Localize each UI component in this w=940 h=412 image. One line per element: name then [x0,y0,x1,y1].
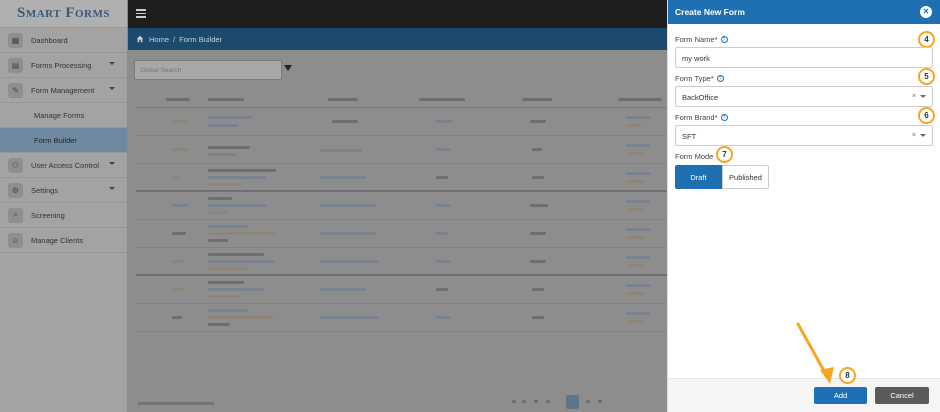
panel-header: Create New Form ✕ [668,0,940,24]
step-badge-6: 6 [918,107,935,124]
panel-title: Create New Form [675,7,745,17]
sidebar-item-label: User Access Control [31,160,99,170]
clear-icon[interactable]: × [912,132,916,139]
table-row[interactable] [136,164,668,192]
form-brand-label: Form Brand*? [675,113,728,122]
filter-icon[interactable] [284,65,292,71]
sidebar-item-form-builder[interactable]: Form Builder [0,128,127,153]
pagination [508,395,608,409]
sidebar-item-user-access-control[interactable]: ⚇ User Access Control [0,153,127,178]
sidebar-item-label: Manage Forms [34,110,85,120]
draft-button[interactable]: Draft [675,165,722,189]
help-icon[interactable]: ? [720,36,728,43]
chevron-down-icon [109,87,115,90]
add-user-icon: ☺ [8,232,23,248]
sidebar-item-label: Form Builder [34,135,77,145]
form-brand-select[interactable]: SFT × [675,125,933,146]
breadcrumb-home[interactable]: Home [149,35,169,44]
chevron-down-icon[interactable] [920,95,926,98]
table-row[interactable] [136,108,668,136]
chevron-down-icon [109,162,115,165]
users-icon: ⚇ [8,157,23,173]
form-mode-toggle: Draft Published [675,165,769,189]
main-content [128,50,668,412]
sidebar-item-screening[interactable]: ⌕ Screening [0,203,127,228]
step-badge-5: 5 [918,68,935,85]
sidebar: Smart Forms ▦ Dashboard ▤ Forms Processi… [0,0,128,412]
sidebar-item-label: Form Management [31,85,95,95]
table-footer-text [138,402,214,405]
app-logo[interactable]: Smart Forms [0,0,127,28]
sidebar-item-label: Dashboard [31,35,68,45]
form-mode-label: Form Mode [675,152,714,161]
panel-footer: Add Cancel [668,378,940,412]
published-button[interactable]: Published [722,165,769,189]
step-badge-8: 8 [839,367,856,384]
sidebar-item-manage-forms[interactable]: Manage Forms [0,103,127,128]
table-row[interactable] [136,276,668,304]
table-row[interactable] [136,304,668,332]
top-bar [128,0,668,28]
clear-icon[interactable]: × [912,93,916,100]
chevron-down-icon [109,187,115,190]
breadcrumb-separator: / [173,34,176,44]
form-name-label: Form Name*? [675,35,728,44]
sidebar-item-label: Settings [31,185,59,195]
breadcrumb: Home / Form Builder [128,28,668,50]
home-icon[interactable] [136,35,144,43]
edit-icon: ✎ [8,82,23,98]
sidebar-item-label: Screening [31,210,65,220]
sidebar-item-dashboard[interactable]: ▦ Dashboard [0,28,127,53]
gear-icon: ⚙ [8,182,23,198]
search-icon: ⌕ [8,207,23,223]
step-badge-7: 7 [716,146,733,163]
breadcrumb-current: Form Builder [179,34,223,44]
sidebar-item-manage-clients[interactable]: ☺ Manage Clients [0,228,127,253]
add-button[interactable]: Add [814,387,867,404]
form-type-label: Form Type*? [675,74,724,83]
sidebar-item-settings[interactable]: ⚙ Settings [0,178,127,203]
chevron-down-icon [109,62,115,65]
step-badge-4: 4 [918,31,935,48]
create-form-panel: Create New Form ✕ Form Name*? 4 my work … [667,0,940,412]
forms-icon: ▤ [8,57,23,73]
forms-table [136,90,668,400]
sidebar-item-form-management[interactable]: ✎ Form Management [0,78,127,103]
help-icon[interactable]: ? [720,114,728,121]
table-row[interactable] [136,220,668,248]
page-current[interactable] [566,395,579,409]
sidebar-item-label: Forms Processing [31,60,92,70]
table-row[interactable] [136,192,668,220]
dashboard-icon: ▦ [8,32,23,48]
sidebar-item-label: Manage Clients [31,235,84,245]
chevron-down-icon[interactable] [920,134,926,137]
form-name-input[interactable]: my work [675,47,933,68]
cancel-button[interactable]: Cancel [875,387,929,404]
form-type-select[interactable]: BackOffice × [675,86,933,107]
table-row[interactable] [136,248,668,276]
close-icon[interactable]: ✕ [920,6,932,18]
sidebar-item-forms-processing[interactable]: ▤ Forms Processing [0,53,127,78]
help-icon[interactable]: ? [716,75,724,82]
table-row[interactable] [136,136,668,164]
table-header [136,90,668,108]
global-search-input[interactable] [134,60,282,80]
menu-icon[interactable] [136,9,146,18]
